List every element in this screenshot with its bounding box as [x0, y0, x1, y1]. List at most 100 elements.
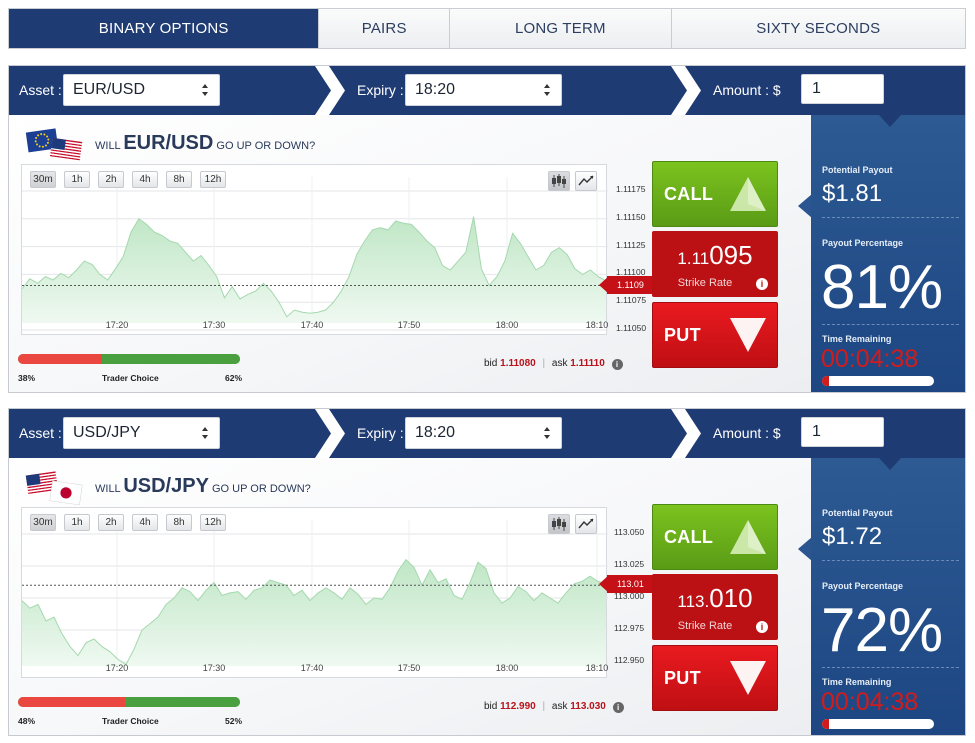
candlestick-chart-button[interactable]: [548, 171, 570, 191]
strike-rate-digits: 095: [709, 240, 753, 270]
candlestick-icon: [552, 174, 566, 188]
trade-body: WILL EUR/USD GO UP OR DOWN? 17:20 17:30 17…: [9, 115, 811, 392]
timeframe-button-8h[interactable]: 8h: [166, 171, 192, 188]
price-chart[interactable]: 17:20 17:30 17:40 17:50 18:00 18:10 30m 1h 2h…: [21, 164, 608, 335]
divider: [822, 560, 959, 561]
time-remaining-label: Time Remaining: [822, 677, 892, 687]
chart-area: [22, 216, 606, 323]
select-arrows-icon: [202, 84, 208, 96]
ask-value: 1.11110: [570, 358, 605, 369]
chart-canvas: 17:20 17:30 17:40 17:50 18:00 18:10: [22, 177, 608, 331]
timeframe-button-8h[interactable]: 8h: [166, 514, 192, 531]
time-axis-label: 18:00: [496, 663, 519, 673]
payout-pointer-icon: [798, 537, 812, 561]
strike-rate-box: 113.010 Strike Rate i: [652, 574, 778, 640]
strike-rate-value: 113.010: [652, 583, 778, 614]
current-price-tag: 1.1109: [607, 275, 653, 294]
trader-choice-left-pct: 48%: [18, 716, 36, 726]
chevron-separator-icon: [671, 409, 701, 458]
price-chart[interactable]: 17:20 17:30 17:40 17:50 18:00 18:10 30m 1h 2h…: [21, 507, 608, 678]
trade-body: WILL USD/JPY GO UP OR DOWN? 17:20 17:30 17…: [9, 458, 811, 735]
ask-value: 113.030: [570, 701, 606, 712]
time-axis-label: 18:00: [496, 320, 519, 330]
put-button[interactable]: PUT: [652, 645, 778, 711]
put-button[interactable]: PUT: [652, 302, 778, 368]
bid-label: bid: [484, 358, 498, 369]
info-icon[interactable]: i: [612, 702, 624, 713]
timeframe-button-1h[interactable]: 1h: [64, 171, 90, 188]
trader-choice-left-pct: 38%: [18, 373, 36, 383]
y-axis-label: 1.11125: [616, 239, 646, 250]
call-button[interactable]: CALL: [652, 504, 778, 570]
panel-notch-icon: [879, 458, 901, 470]
question-go-up: GO UP OR DOWN?: [211, 483, 311, 495]
expiry-select[interactable]: 18:20: [405, 74, 562, 106]
arrow-down-icon: [730, 661, 766, 695]
timeframe-button-1h[interactable]: 1h: [64, 514, 90, 531]
ask-label: ask: [551, 358, 568, 369]
tab-pairs[interactable]: PAIRS: [319, 9, 451, 48]
payout-percentage-value: 81%: [821, 253, 943, 322]
strike-rate-label: Strike Rate: [677, 620, 733, 632]
tab-binary-options[interactable]: BINARY OPTIONS: [9, 9, 320, 48]
strike-rate-digits: 010: [709, 583, 753, 613]
timeframe-button-4h[interactable]: 4h: [132, 171, 158, 188]
timeframe-button-12h[interactable]: 12h: [200, 171, 226, 188]
quote-flag: [49, 137, 83, 162]
asset-select[interactable]: EUR/USD: [63, 74, 220, 106]
time-axis-label: 17:40: [301, 663, 324, 673]
bid-label: bid: [484, 701, 498, 712]
expiry-label: Expiry :: [357, 82, 404, 98]
time-remaining-label: Time Remaining: [822, 334, 892, 344]
trader-choice-call-share: [18, 697, 125, 707]
quote-flag: [49, 480, 83, 506]
line-chart-icon: [578, 518, 594, 529]
select-arrows-icon: [202, 427, 208, 439]
trader-choice-put-share: [124, 697, 240, 707]
tab-sixty-seconds[interactable]: SIXTY SECONDS: [671, 9, 965, 48]
amount-input[interactable]: 1: [801, 417, 884, 447]
chevron-separator-icon: [315, 409, 345, 458]
current-price-tag: 113.01: [607, 575, 653, 594]
call-label: CALL: [664, 184, 714, 204]
timeframe-button-12h[interactable]: 12h: [200, 514, 226, 531]
info-icon[interactable]: i: [611, 359, 623, 370]
call-label: CALL: [664, 527, 714, 547]
tab-long-term[interactable]: LONG TERM: [450, 9, 672, 48]
arrow-up-icon: [730, 520, 766, 554]
payout-percentage-label: Payout Percentage: [822, 581, 904, 591]
expiry-select[interactable]: 18:20: [405, 417, 562, 449]
candlestick-chart-button[interactable]: [548, 514, 570, 534]
currency-flags-icon: [25, 471, 83, 506]
put-label: PUT: [664, 325, 701, 345]
asset-label: Asset :: [19, 425, 62, 441]
payout-panel: Potential Payout $1.81 Payout Percentage…: [811, 115, 965, 392]
info-icon[interactable]: i: [756, 278, 768, 290]
y-axis-label: 113.050: [614, 527, 645, 537]
y-axis-label: 113.025: [614, 559, 645, 569]
timeframe-button-4h[interactable]: 4h: [132, 514, 158, 531]
potential-payout-label: Potential Payout: [822, 508, 893, 518]
info-icon[interactable]: i: [756, 621, 768, 633]
timeframe-button-2h[interactable]: 2h: [98, 171, 124, 188]
asset-label: Asset :: [19, 82, 62, 98]
question-go-up: GO UP OR DOWN?: [216, 140, 316, 152]
timeframe-button-2h[interactable]: 2h: [98, 514, 124, 531]
y-axis-label: 1.11150: [616, 211, 646, 222]
asset-select[interactable]: USD/JPY: [63, 417, 220, 449]
call-button[interactable]: CALL: [652, 161, 778, 227]
timeframe-button-30m[interactable]: 30m: [30, 514, 56, 531]
line-chart-button[interactable]: [575, 514, 597, 534]
timeframe-button-30m[interactable]: 30m: [30, 171, 56, 188]
y-axis-label: 112.950: [614, 655, 645, 665]
amount-input[interactable]: 1: [801, 74, 884, 104]
trade-question: WILL EUR/USD GO UP OR DOWN?: [95, 132, 315, 155]
bid-value: 112.990: [500, 701, 536, 712]
time-axis-label: 18:10: [586, 320, 608, 330]
chevron-separator-icon: [315, 66, 345, 115]
trader-choice-right-pct: 52%: [225, 716, 243, 726]
amount-label: Amount : $: [713, 425, 781, 441]
strike-rate-main: 113.: [677, 592, 710, 611]
time-axis-label: 17:30: [203, 320, 226, 330]
line-chart-button[interactable]: [575, 171, 597, 191]
